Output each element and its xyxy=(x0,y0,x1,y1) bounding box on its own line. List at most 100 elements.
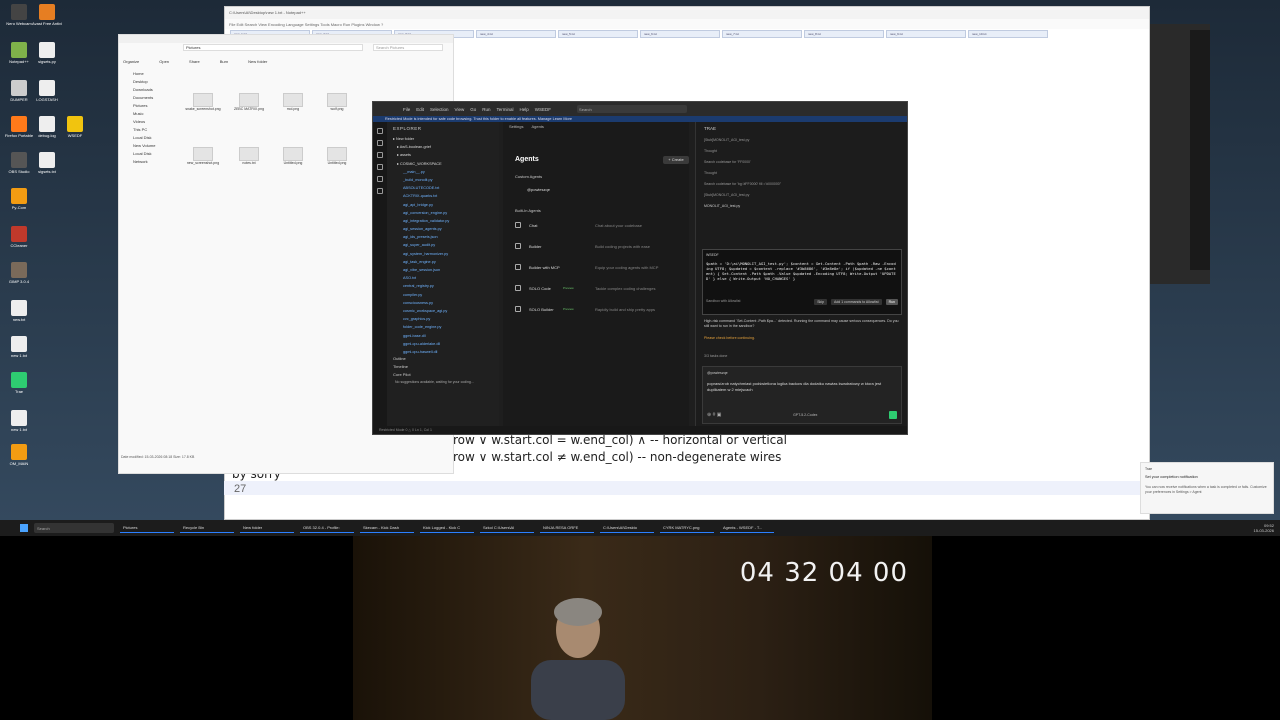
tree-file[interactable]: ggml-cpu-haswell.dll xyxy=(387,348,499,356)
file-item[interactable]: snake_screenshot.png xyxy=(183,93,223,123)
tree-file[interactable]: agi_api_bridge.py xyxy=(387,201,499,209)
tree-file[interactable]: folder_code_engine.py xyxy=(387,323,499,331)
tree-file[interactable]: agi_integration_validator.py xyxy=(387,217,499,225)
tree-file[interactable]: consciousness.py xyxy=(387,299,499,307)
desktop-icon[interactable]: LOGSTASH xyxy=(32,80,62,116)
desktop-icon[interactable]: debug.log xyxy=(32,116,62,152)
explorer-nav-item[interactable]: This PC xyxy=(123,127,183,135)
tree-file[interactable]: compiler.py xyxy=(387,291,499,299)
debug-icon[interactable] xyxy=(377,164,383,170)
taskbar-item[interactable]: New folder xyxy=(240,523,294,533)
explorer-nav-item[interactable]: Music xyxy=(123,111,183,119)
desktop-icon[interactable]: Py-Com xyxy=(4,188,34,224)
explorer-nav-item[interactable]: Desktop xyxy=(123,79,183,87)
desktop-icon[interactable]: OBS Studio xyxy=(4,152,34,188)
create-agent-button[interactable]: + Create xyxy=(663,156,689,164)
explorer-search-input[interactable]: Search Pictures xyxy=(373,44,443,51)
tree-file[interactable]: ASO.txt xyxy=(387,274,499,282)
explorer-titlebar[interactable] xyxy=(119,35,453,43)
agent-icon[interactable] xyxy=(377,188,383,194)
menu-item[interactable]: Terminal xyxy=(497,107,514,112)
taskbar-item[interactable]: OBS 32.0.4 - Profile: xyxy=(300,523,354,533)
tree-file[interactable]: agi_conversion_engine.py xyxy=(387,209,499,217)
side-toolbar[interactable] xyxy=(1190,30,1210,270)
desktop-icon[interactable]: sigsets.txt xyxy=(32,152,62,188)
tree-folder[interactable]: ▸ COSMIC_WORKSPACE xyxy=(387,160,499,168)
taskbar-item[interactable]: Kick Logged - Kick C xyxy=(420,523,474,533)
menu-item[interactable]: File xyxy=(403,107,410,112)
code-line[interactable]: row ∨ w.start.col ≠ w.end_col) -- non-de… xyxy=(453,450,781,464)
explorer-toolbar-button[interactable]: Open xyxy=(159,59,169,64)
explorer-toolbar-button[interactable]: Share xyxy=(189,59,200,64)
add-allowlist-button[interactable]: Add 1 commands to Allowlist xyxy=(831,299,882,305)
chat-log-entry[interactable]: Search codebase for 'bg:'#FF0000' fill =… xyxy=(696,179,907,190)
notification-toast[interactable]: Trae Set your completion notification Yo… xyxy=(1140,462,1274,514)
desktop-icon[interactable]: CCleaner xyxy=(4,226,34,262)
attach-icon[interactable]: ⊕ # ▣ xyxy=(707,412,721,418)
ide-search-input[interactable]: Search xyxy=(577,105,688,113)
start-icon[interactable] xyxy=(20,524,28,532)
desktop-icon[interactable]: GIMP 3.0.4 xyxy=(4,262,34,298)
desktop-icon[interactable]: Notepad++ xyxy=(4,42,34,78)
chat-log-entry[interactable]: [Stub]MONOLIT_AGI_test.py xyxy=(696,190,907,201)
menu-item[interactable]: View xyxy=(455,107,465,112)
tree-file[interactable]: agi_super_audit.py xyxy=(387,241,499,249)
tree-file[interactable]: agi_task_engine.py xyxy=(387,258,499,266)
address-bar[interactable]: Pictures xyxy=(183,44,363,51)
notepad-tab[interactable]: new_6.txt xyxy=(640,30,720,38)
taskbar-item[interactable]: CYRK MATRYC.png xyxy=(660,523,714,533)
explorer-nav-item[interactable]: Documents xyxy=(123,95,183,103)
desktop-icon[interactable]: sigsets.py xyxy=(32,42,62,78)
custom-agent-row[interactable]: @powieszqe xyxy=(515,184,689,196)
code-line[interactable]: row ∨ w.start.col = w.end_col) ∧ -- hori… xyxy=(453,433,787,447)
menu-item[interactable]: Selection xyxy=(430,107,449,112)
chat-input[interactable]: @powieszqe popraw/zrob natychmiast podśw… xyxy=(702,366,902,424)
tree-file[interactable]: ACKTRIX-quarks.txt xyxy=(387,192,499,200)
chat-log-entry[interactable]: Search codebase for 'FF0000' xyxy=(696,157,907,168)
agent-mention-chip[interactable]: @powieszqe xyxy=(707,371,897,381)
notepad-menubar[interactable]: File Edit Search View Encoding Language … xyxy=(225,19,1149,29)
search-icon[interactable] xyxy=(377,140,383,146)
file-item[interactable]: new_screenshot.png xyxy=(183,147,223,177)
clock[interactable]: 09:52 15-03-2026 xyxy=(1254,523,1274,533)
tree-file[interactable]: ABSOLUTECODE.txt xyxy=(387,184,499,192)
explorer-nav-item[interactable]: Videos xyxy=(123,119,183,127)
chat-log-entry[interactable]: Thought xyxy=(696,168,907,179)
notepad-tab[interactable]: new_4.txt xyxy=(476,30,556,38)
taskbar-item[interactable]: Pictures xyxy=(120,523,174,533)
notepad-tab[interactable]: new_5.txt xyxy=(558,30,638,38)
tree-file[interactable]: agi_ids_presets.json xyxy=(387,233,499,241)
tree-file[interactable]: cvc_graphics.py xyxy=(387,315,499,323)
chat-log-entry[interactable]: [Stub]MONOLIT_AGI_test.py xyxy=(696,135,907,146)
explorer-toolbar-button[interactable]: New folder xyxy=(248,59,267,64)
notepad-tab[interactable]: new_8.txt xyxy=(804,30,884,38)
desktop-icon[interactable]: Firefox Portable xyxy=(4,116,34,152)
tree-file[interactable]: _build_monolit.py xyxy=(387,176,499,184)
agent-row[interactable]: Chat Chat about your codebase xyxy=(515,218,689,232)
menu-item[interactable]: Edit xyxy=(416,107,424,112)
desktop-icon[interactable]: Trae xyxy=(4,372,34,408)
notepad-tab[interactable]: new_9.txt xyxy=(886,30,966,38)
sandbox-label[interactable]: Sandbox with Allowlist xyxy=(706,299,740,305)
tree-folder[interactable]: ▸ AwS-boolean-grief xyxy=(387,143,499,151)
tree-file[interactable]: cosmic_workspace_agi.py xyxy=(387,307,499,315)
taskbar-item[interactable]: Szkol C:\Users\AI xyxy=(480,523,534,533)
tree-folder[interactable]: ▸ assets xyxy=(387,151,499,159)
explorer-nav-item[interactable]: Home xyxy=(123,71,183,79)
desktop-icon[interactable]: Nero Webcam xyxy=(4,4,34,40)
agent-row[interactable]: SOLO Builder Preview Rapidly build and shi… xyxy=(515,302,689,316)
tree-file[interactable]: central_registry.py xyxy=(387,282,499,290)
taskbar-search-input[interactable]: Search xyxy=(34,523,114,533)
explorer-nav-item[interactable]: Pictures xyxy=(123,103,183,111)
file-item[interactable]: Untitled.png xyxy=(317,147,357,177)
file-item[interactable]: wolf.png xyxy=(317,93,357,123)
explorer-nav-item[interactable]: Network xyxy=(123,159,183,167)
menu-item[interactable]: WSEDF xyxy=(535,107,551,112)
model-select[interactable]: GPT-5.2-Codex xyxy=(793,413,817,417)
desktop-icon[interactable]: new 1.txt xyxy=(4,410,34,446)
notepad-tab[interactable]: new_7.txt xyxy=(722,30,802,38)
file-item[interactable]: ZEBC MATRIX.png xyxy=(229,93,269,123)
chat-log-entry[interactable]: Thought xyxy=(696,146,907,157)
taskbar-item[interactable]: NINJA RESA ORFE xyxy=(540,523,594,533)
explorer-toolbar-button[interactable]: Organize xyxy=(123,59,139,64)
